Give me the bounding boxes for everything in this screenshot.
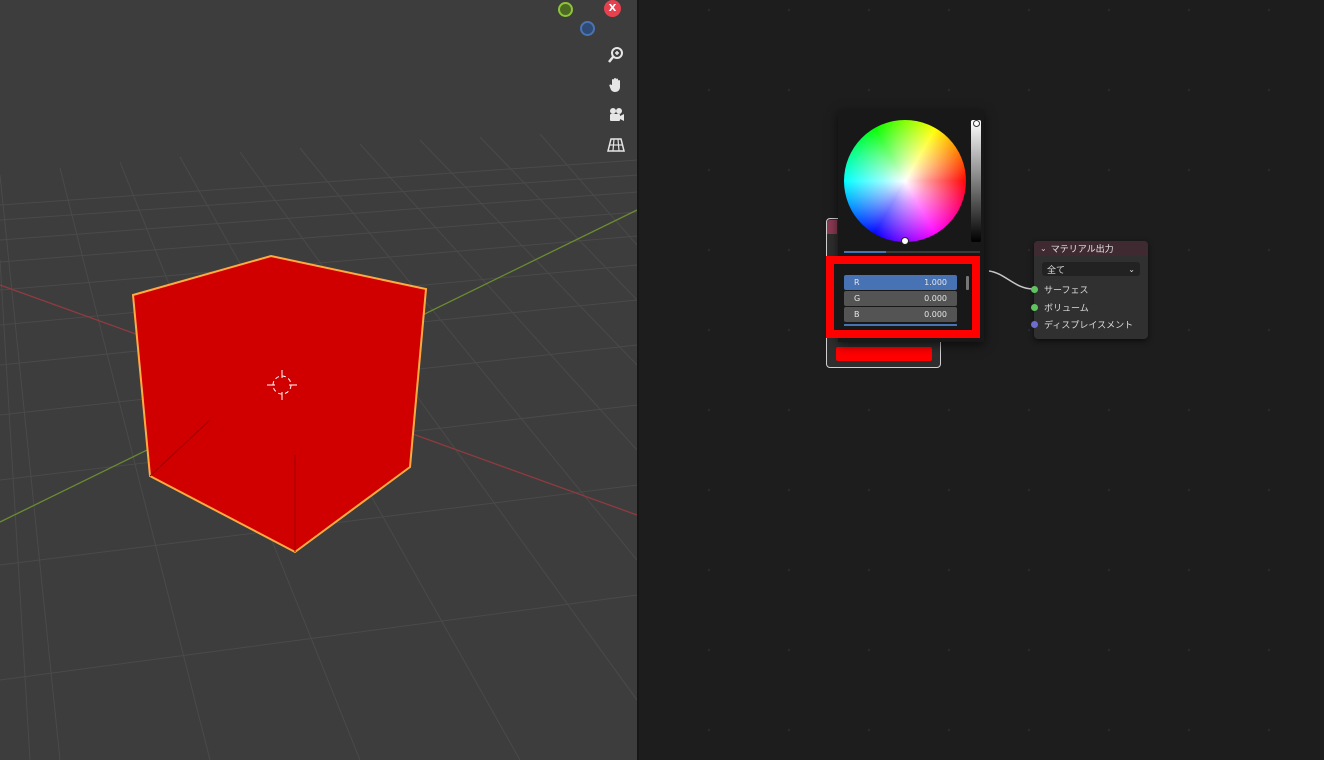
material-output-node[interactable]: ⌄ マテリアル出力 全て ⌄ サーフェス ボリューム ディスプレイスメント: [1031, 241, 1148, 339]
blue-label: B: [854, 310, 860, 319]
blue-value: 0.000: [924, 310, 947, 319]
zoom-icon: [608, 47, 623, 63]
red-value: 1.000: [924, 278, 947, 287]
dropdown-chevron-icon: ⌄: [1128, 264, 1135, 274]
red-label: R: [854, 278, 860, 287]
red-field[interactable]: R 1.000: [844, 275, 957, 290]
surface-socket-icon[interactable]: [1031, 285, 1038, 293]
camera-view-button[interactable]: [601, 100, 631, 130]
value-slider[interactable]: [971, 120, 981, 242]
socket-row-volume[interactable]: ボリューム: [1031, 300, 1089, 314]
target-dropdown[interactable]: 全て ⌄: [1042, 262, 1140, 276]
collapse-chevron-icon[interactable]: ⌄: [1040, 244, 1047, 253]
socket-label-surface: サーフェス: [1044, 285, 1089, 296]
grid-view-icon: [607, 138, 625, 152]
green-value: 0.000: [924, 294, 947, 303]
material-output-title: マテリアル出力: [1050, 245, 1114, 255]
socket-row-displacement[interactable]: ディスプレイスメント: [1031, 317, 1134, 331]
socket-row-surface[interactable]: サーフェス: [1031, 282, 1089, 296]
3d-viewport[interactable]: X: [0, 0, 637, 760]
pan-button[interactable]: [601, 70, 631, 100]
green-field[interactable]: G 0.000: [844, 291, 957, 306]
material-output-header[interactable]: ⌄ マテリアル出力: [1034, 241, 1148, 256]
volume-socket-icon[interactable]: [1031, 303, 1038, 311]
gizmo-y-axis[interactable]: [558, 2, 573, 17]
viewport-scene: [0, 133, 637, 760]
value-slider-handle[interactable]: [973, 120, 980, 127]
blue-field[interactable]: B 0.000: [844, 307, 957, 322]
target-value: 全て: [1047, 265, 1066, 276]
gizmo-x-label: X: [608, 3, 617, 14]
socket-label-displacement: ディスプレイスメント: [1044, 320, 1134, 331]
zoom-button[interactable]: [601, 40, 631, 70]
field-underline: [844, 324, 957, 326]
socket-label-volume: ボリューム: [1044, 303, 1089, 314]
hue-saturation-wheel[interactable]: [844, 120, 966, 242]
cube-object[interactable]: [131, 254, 428, 554]
color-mode-tabs[interactable]: [844, 251, 980, 253]
gizmo-z-axis[interactable]: [580, 21, 595, 36]
rgb-fields: R 1.000 G 0.000 B 0.000: [844, 275, 957, 327]
shader-node-header: [827, 220, 837, 234]
green-label: G: [854, 294, 861, 303]
base-color-swatch[interactable]: [836, 347, 932, 361]
rgb-scrollbar[interactable]: [966, 276, 969, 290]
perspective-toggle-button[interactable]: [601, 130, 631, 160]
camera-icon: [610, 108, 624, 121]
wheel-cursor[interactable]: [901, 237, 909, 245]
gizmo-x-axis[interactable]: X: [604, 0, 621, 17]
displacement-socket-icon[interactable]: [1031, 320, 1038, 328]
hand-pan-icon: [609, 78, 620, 92]
